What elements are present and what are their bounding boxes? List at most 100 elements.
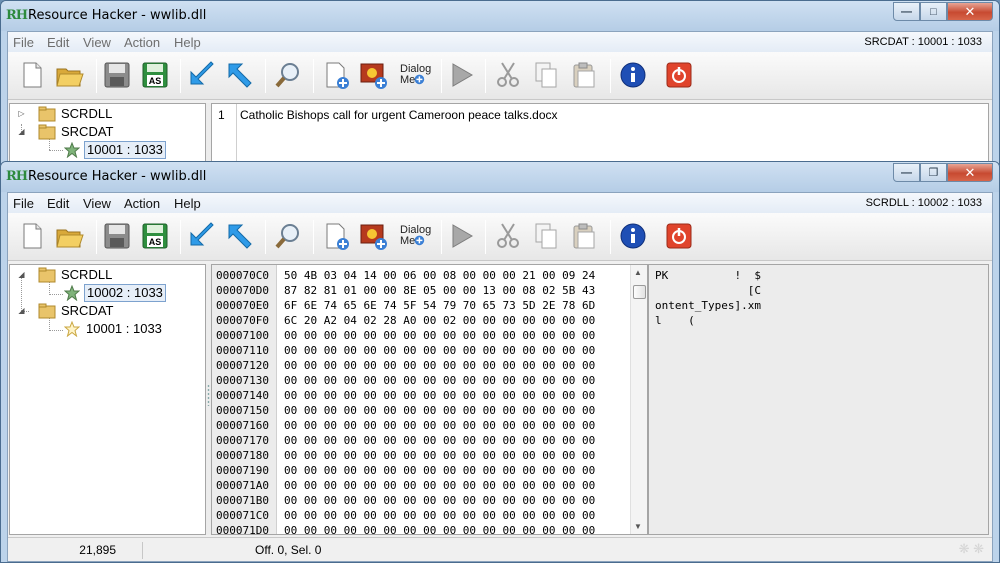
title-bar[interactable]: RH Resource Hacker - wwlib.dll — □ ✕	[1, 1, 999, 31]
open-file-button[interactable]	[54, 221, 86, 253]
collapse-icon[interactable]: ◢	[17, 270, 26, 279]
resource-tree[interactable]: ▷ SCRDLL ◢ SRCDAT 10001 : 1033	[9, 103, 206, 163]
hex-bytes[interactable]: 87 82 81 01 00 00 8E 05 00 00 13 00 08 0…	[284, 283, 595, 298]
minimize-button[interactable]: —	[893, 163, 920, 182]
text-editor[interactable]: 1 Catholic Bishops call for urgent Camer…	[211, 103, 989, 163]
close-button[interactable]: ✕	[947, 2, 993, 21]
expand-icon[interactable]: ▷	[17, 109, 26, 118]
hex-bytes[interactable]: 00 00 00 00 00 00 00 00 00 00 00 00 00 0…	[284, 373, 595, 388]
title-bar[interactable]: RH Resource Hacker - wwlib.dll — ❐ ✕	[1, 162, 999, 192]
open-file-button[interactable]	[54, 60, 86, 92]
maximize-button[interactable]: □	[920, 2, 947, 21]
folder-open-icon	[38, 303, 56, 319]
new-file-button[interactable]	[16, 60, 48, 92]
find-button[interactable]	[272, 60, 304, 92]
find-button[interactable]	[272, 221, 304, 253]
hex-bytes[interactable]: 00 00 00 00 00 00 00 00 00 00 00 00 00 0…	[284, 508, 595, 523]
save-button[interactable]	[101, 221, 133, 253]
run-script-button[interactable]	[445, 60, 477, 92]
hex-bytes[interactable]: 00 00 00 00 00 00 00 00 00 00 00 00 00 0…	[284, 493, 595, 508]
paste-button[interactable]	[568, 221, 600, 253]
hex-bytes[interactable]: 00 00 00 00 00 00 00 00 00 00 00 00 00 0…	[284, 403, 595, 418]
hex-bytes[interactable]: 6C 20 A2 04 02 28 A0 00 02 00 00 00 00 0…	[284, 313, 595, 328]
menu-action[interactable]: Action	[124, 196, 160, 211]
exit-button[interactable]	[663, 60, 695, 92]
add-image-button[interactable]	[358, 221, 390, 253]
hex-bytes[interactable]: 00 00 00 00 00 00 00 00 00 00 00 00 00 0…	[284, 358, 595, 373]
navigate-button[interactable]	[224, 221, 256, 253]
hex-bytes[interactable]: 00 00 00 00 00 00 00 00 00 00 00 00 00 0…	[284, 448, 595, 463]
tree-node-scrdll[interactable]: SCRDLL	[38, 105, 114, 123]
tree-node-10001-1033[interactable]: 10001 : 1033	[64, 141, 166, 159]
save-as-button[interactable]: AS	[139, 221, 171, 253]
cut-button[interactable]	[492, 60, 524, 92]
menu-action[interactable]: Action	[124, 35, 160, 50]
new-file-button[interactable]	[16, 221, 48, 253]
tree-node-10001-1033[interactable]: 10001 : 1033	[64, 320, 164, 338]
hex-bytes[interactable]: 00 00 00 00 00 00 00 00 00 00 00 00 00 0…	[284, 523, 595, 534]
save-as-icon: AS	[140, 221, 170, 254]
hex-bytes[interactable]: 00 00 00 00 00 00 00 00 00 00 00 00 00 0…	[284, 478, 595, 493]
add-image-button[interactable]	[358, 60, 390, 92]
dialog-menu-button[interactable]: Dialog Mer	[398, 60, 436, 92]
tree-node-srcdat[interactable]: SRCDAT	[38, 123, 115, 141]
about-button[interactable]	[617, 221, 649, 253]
hex-view[interactable]: 000070C0 50 4B 03 04 14 00 06 00 08 00 00…	[211, 264, 648, 535]
scroll-up-icon[interactable]: ▲	[634, 268, 642, 277]
editor-line[interactable]: Catholic Bishops call for urgent Cameroo…	[240, 108, 558, 122]
hex-bytes[interactable]: 50 4B 03 04 14 00 06 00 08 00 00 00 21 0…	[284, 268, 595, 283]
ascii-row[interactable]: l (	[655, 313, 695, 328]
ascii-view[interactable]: PK ! $ [C ontent_Types].xm l (	[648, 264, 989, 535]
menu-view[interactable]: View	[83, 35, 111, 50]
collapse-icon[interactable]: ◢	[17, 306, 26, 315]
hex-bytes[interactable]: 00 00 00 00 00 00 00 00 00 00 00 00 00 0…	[284, 463, 595, 478]
scroll-thumb[interactable]	[633, 285, 646, 299]
info-icon	[618, 221, 648, 254]
ascii-row[interactable]: PK ! $	[655, 268, 761, 283]
window-title: Resource Hacker - wwlib.dll	[28, 8, 207, 23]
hex-bytes[interactable]: 00 00 00 00 00 00 00 00 00 00 00 00 00 0…	[284, 433, 595, 448]
tree-node-srcdat[interactable]: SRCDAT	[38, 302, 115, 320]
foreground-window[interactable]: RH Resource Hacker - wwlib.dll — ❐ ✕ Fil…	[0, 161, 1000, 563]
menu-file[interactable]: File	[13, 196, 34, 211]
hex-bytes[interactable]: 6F 6E 74 65 6E 74 5F 54 79 70 65 73 5D 2…	[284, 298, 595, 313]
paste-button[interactable]	[568, 60, 600, 92]
hex-bytes[interactable]: 00 00 00 00 00 00 00 00 00 00 00 00 00 0…	[284, 388, 595, 403]
hex-bytes[interactable]: 00 00 00 00 00 00 00 00 00 00 00 00 00 0…	[284, 418, 595, 433]
collapse-icon[interactable]: ◢	[17, 127, 26, 136]
copy-button[interactable]	[530, 221, 562, 253]
menu-edit[interactable]: Edit	[47, 35, 69, 50]
menu-file[interactable]: File	[13, 35, 34, 50]
ascii-row[interactable]: [C	[655, 283, 761, 298]
resource-hacker-app-icon: RH	[6, 8, 28, 23]
hex-scrollbar[interactable]: ▲ ▼	[630, 265, 647, 534]
compile-button[interactable]	[186, 60, 218, 92]
navigate-button[interactable]	[224, 60, 256, 92]
minimize-button[interactable]: —	[893, 2, 920, 21]
close-button[interactable]: ✕	[947, 163, 993, 182]
save-button[interactable]	[101, 60, 133, 92]
resource-tree[interactable]: ◢ SCRDLL 10002 : 1033 ◢ SRCDAT 10001 : 1…	[9, 264, 206, 535]
hex-bytes[interactable]: 00 00 00 00 00 00 00 00 00 00 00 00 00 0…	[284, 343, 595, 358]
add-resource-button[interactable]	[320, 60, 352, 92]
tree-node-10002-1033[interactable]: 10002 : 1033	[64, 284, 166, 302]
run-script-button[interactable]	[445, 221, 477, 253]
background-window[interactable]: RH Resource Hacker - wwlib.dll — □ ✕ Fil…	[0, 0, 1000, 165]
tree-node-scrdll[interactable]: SCRDLL	[38, 266, 114, 284]
ascii-row[interactable]: ontent_Types].xm	[655, 298, 761, 313]
menu-view[interactable]: View	[83, 196, 111, 211]
restore-button[interactable]: ❐	[920, 163, 947, 182]
add-resource-button[interactable]	[320, 221, 352, 253]
hex-bytes[interactable]: 00 00 00 00 00 00 00 00 00 00 00 00 00 0…	[284, 328, 595, 343]
copy-button[interactable]	[530, 60, 562, 92]
exit-button[interactable]	[663, 221, 695, 253]
cut-button[interactable]	[492, 221, 524, 253]
menu-edit[interactable]: Edit	[47, 196, 69, 211]
save-as-button[interactable]: AS	[139, 60, 171, 92]
dialog-menu-button[interactable]: Dialog Mer	[398, 221, 436, 253]
scroll-down-icon[interactable]: ▼	[634, 522, 642, 531]
compile-button[interactable]	[186, 221, 218, 253]
about-button[interactable]	[617, 60, 649, 92]
menu-help[interactable]: Help	[174, 35, 201, 50]
menu-help[interactable]: Help	[174, 196, 201, 211]
